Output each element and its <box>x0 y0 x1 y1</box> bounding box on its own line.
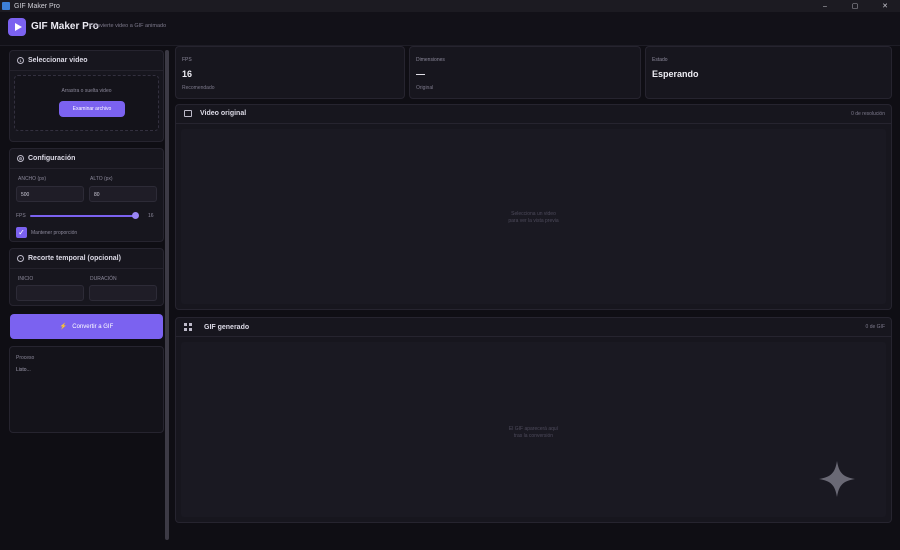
stat-value: Esperando <box>652 69 699 79</box>
video-panel-title: Video original <box>200 110 247 117</box>
gif-placeholder-line1: El GIF aparecerá aquí <box>508 426 559 432</box>
select-video-card: 1 Seleccionar video Arrastra o suelta vi… <box>9 50 164 142</box>
close-button[interactable]: ✕ <box>870 0 900 12</box>
maximize-button[interactable]: ▢ <box>840 0 870 12</box>
console-output: Listo... <box>16 367 31 373</box>
lightning-icon: ⚡ <box>59 324 68 330</box>
video-panel-meta: 0 de resolución <box>851 111 885 117</box>
console-title: Proceso <box>16 355 35 361</box>
camera-icon <box>184 110 192 117</box>
convert-button-label: Convertir a GIF <box>72 323 114 330</box>
left-panel-scrollbar[interactable] <box>165 50 169 540</box>
sparkle-icon <box>819 461 855 497</box>
info-icon: 1 <box>17 57 24 64</box>
video-placeholder-line1: Selecciona un video <box>511 211 556 217</box>
duration-label: DURACIÓN <box>90 276 117 282</box>
stat-value: — <box>416 69 425 79</box>
duration-input[interactable] <box>89 285 157 301</box>
gif-panel: GIF generado 0 de GIF El GIF aparecerá a… <box>175 317 892 523</box>
dropzone-text: Arrastra o suelta video <box>61 88 112 94</box>
width-input[interactable]: 500 <box>16 186 84 202</box>
stat-card-fps: FPS 16 Recomendado <box>175 46 405 99</box>
stat-label: FPS <box>182 57 192 63</box>
video-preview-area: Selecciona un video para ver la vista pr… <box>181 129 886 304</box>
clock-icon: ◔ <box>17 255 24 262</box>
height-label: ALTO (px) <box>90 176 113 182</box>
gif-panel-title: GIF generado <box>204 323 250 331</box>
height-input[interactable]: 80 <box>89 186 157 202</box>
start-label: INICIO <box>18 276 34 282</box>
width-label: ANCHO (px) <box>18 176 47 182</box>
keep-ratio-label: Mantener proporción <box>31 230 78 236</box>
grid-icon <box>184 323 192 331</box>
window-titlebar: GIF Maker Pro – ▢ ✕ <box>0 0 900 12</box>
convert-button[interactable]: ⚡ Convertir a GIF <box>10 314 163 339</box>
video-placeholder-line2: para ver la vista previa <box>508 218 559 224</box>
stat-card-dimensions: Dimensiones — Original <box>409 46 641 99</box>
fps-slider-value: 16 <box>148 213 154 219</box>
video-panel: Video original 0 de resolución Seleccion… <box>175 104 892 310</box>
app-window-icon <box>2 2 10 10</box>
video-dropzone[interactable]: Arrastra o suelta video Examinar archivo <box>14 75 159 131</box>
app-name: GIF Maker Pro <box>31 21 99 32</box>
minimize-button[interactable]: – <box>810 0 840 12</box>
config-title: Configuración <box>28 155 76 162</box>
fps-slider-track[interactable] <box>30 215 135 217</box>
browse-button[interactable]: Examinar archivo <box>59 101 125 117</box>
stat-sub: Recomendado <box>182 85 215 91</box>
stat-label: Estado <box>652 57 668 63</box>
window-title: GIF Maker Pro <box>14 2 60 10</box>
trim-card: ◔ Recorte temporal (opcional) INICIO DUR… <box>9 248 164 306</box>
stat-value: 16 <box>182 69 193 79</box>
settings-icon: ⚙ <box>17 155 24 162</box>
app-subtitle: Convierte video a GIF animado <box>90 23 167 29</box>
gif-placeholder-line2: tras la conversión <box>513 433 554 439</box>
process-console: Proceso Listo... <box>9 346 164 433</box>
gif-preview-area: El GIF aparecerá aquí tras la conversión <box>181 342 886 517</box>
config-card: ⚙ Configuración ANCHO (px) ALTO (px) 500… <box>9 148 164 242</box>
keep-ratio-checkbox[interactable]: ✓ <box>16 227 27 238</box>
stat-card-status: Estado Esperando <box>645 46 892 99</box>
play-icon <box>8 18 26 36</box>
fps-slider-handle[interactable] <box>132 212 139 219</box>
app-header: GIF Maker Pro Convierte video a GIF anim… <box>0 12 900 46</box>
stat-label: Dimensiones <box>416 57 445 63</box>
start-input[interactable] <box>16 285 84 301</box>
fps-label: FPS <box>16 213 26 219</box>
stat-sub: Original <box>416 85 434 91</box>
select-video-title: Seleccionar video <box>28 57 88 64</box>
gif-panel-meta: 0 de GIF <box>865 324 885 330</box>
trim-title: Recorte temporal (opcional) <box>28 255 121 262</box>
